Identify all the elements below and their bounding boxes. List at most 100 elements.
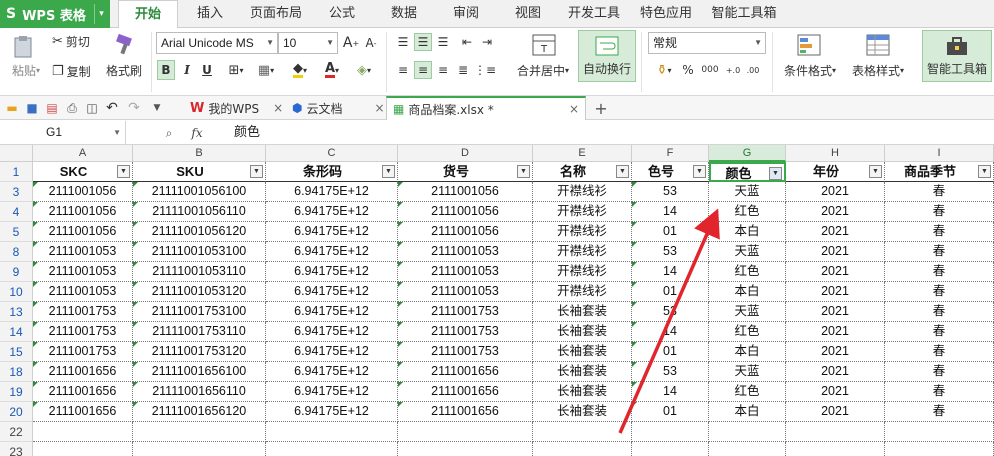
- table-cell[interactable]: 2021: [786, 322, 885, 342]
- table-cell[interactable]: 6.94175E+12: [266, 202, 398, 222]
- function-button[interactable]: fx: [186, 124, 208, 142]
- table-cell[interactable]: 2021: [786, 282, 885, 302]
- filter-active-icon[interactable]: ▼: [769, 167, 782, 180]
- table-cell[interactable]: 红色: [709, 322, 786, 342]
- table-cell[interactable]: 21111001053120: [133, 282, 266, 302]
- row-header[interactable]: 13: [0, 302, 33, 322]
- table-cell[interactable]: 2111001053: [33, 262, 133, 282]
- decrease-decimal-icon[interactable]: .00: [744, 61, 762, 79]
- table-cell[interactable]: 14: [632, 382, 709, 402]
- open-folder-icon[interactable]: ▬: [4, 99, 20, 117]
- table-cell[interactable]: 01: [632, 342, 709, 362]
- table-cell[interactable]: 2021: [786, 382, 885, 402]
- fill-color-button[interactable]: ◆ ▾: [286, 60, 314, 80]
- table-cell[interactable]: [133, 442, 266, 456]
- currency-button[interactable]: ⚱ ▾: [650, 61, 678, 79]
- print-preview-icon[interactable]: ◫: [84, 99, 100, 117]
- tab-smart-toolbox[interactable]: 智能工具箱: [706, 0, 782, 28]
- table-cell[interactable]: 2111001056: [398, 182, 533, 202]
- table-cell[interactable]: 春: [885, 382, 994, 402]
- table-cell[interactable]: [709, 422, 786, 442]
- save-icon[interactable]: ■: [24, 99, 40, 117]
- justify-icon[interactable]: ≣: [454, 61, 472, 79]
- table-cell[interactable]: 2111001056: [398, 222, 533, 242]
- table-cell[interactable]: 2111001056: [33, 182, 133, 202]
- column-header-c[interactable]: C: [266, 145, 398, 162]
- table-cell[interactable]: 本白: [709, 342, 786, 362]
- column-title-cell[interactable]: SKU ▼: [133, 162, 266, 182]
- table-cell[interactable]: [533, 442, 632, 456]
- zoom-icon[interactable]: ⌕: [160, 124, 178, 142]
- table-cell[interactable]: 6.94175E+12: [266, 342, 398, 362]
- table-cell[interactable]: 开襟线衫: [533, 202, 632, 222]
- table-cell[interactable]: [885, 422, 994, 442]
- quick-access-menu-icon[interactable]: ▼: [150, 99, 164, 117]
- underline-button[interactable]: U: [198, 60, 216, 80]
- table-cell[interactable]: 天蓝: [709, 242, 786, 262]
- table-cell[interactable]: [885, 442, 994, 456]
- table-cell[interactable]: 开襟线衫: [533, 182, 632, 202]
- doc-tab-cloud[interactable]: ⬢ 云文档 ×: [286, 96, 391, 120]
- column-title-cell[interactable]: 颜色 ▼: [709, 162, 786, 182]
- table-cell[interactable]: 2111001753: [33, 342, 133, 362]
- filter-dropdown-icon[interactable]: ▼: [382, 165, 395, 178]
- table-cell[interactable]: 21111001056100: [133, 182, 266, 202]
- table-cell[interactable]: 长袖套装: [533, 342, 632, 362]
- table-cell[interactable]: 春: [885, 282, 994, 302]
- table-cell[interactable]: 红色: [709, 382, 786, 402]
- tab-features[interactable]: 特色应用: [634, 0, 698, 28]
- table-cell[interactable]: 2111001056: [398, 202, 533, 222]
- table-cell[interactable]: 2021: [786, 402, 885, 422]
- increase-font-icon[interactable]: A +: [342, 33, 360, 53]
- undo-icon[interactable]: ↶: [104, 99, 120, 117]
- indent-decrease-icon[interactable]: ⇤: [458, 33, 476, 51]
- comma-style-button[interactable]: 000: [698, 61, 722, 79]
- formula-input[interactable]: 颜色: [234, 121, 260, 144]
- table-cell[interactable]: 2021: [786, 262, 885, 282]
- table-cell[interactable]: [786, 442, 885, 456]
- column-title-cell[interactable]: 年份 ▼: [786, 162, 885, 182]
- column-header-d[interactable]: D: [398, 145, 533, 162]
- table-cell[interactable]: 2111001753: [398, 302, 533, 322]
- table-cell[interactable]: 53: [632, 242, 709, 262]
- column-title-cell[interactable]: 名称 ▼: [533, 162, 632, 182]
- table-cell[interactable]: 天蓝: [709, 362, 786, 382]
- table-cell[interactable]: [266, 422, 398, 442]
- table-cell[interactable]: 春: [885, 242, 994, 262]
- table-cell[interactable]: [533, 422, 632, 442]
- clipboard-icon[interactable]: [6, 32, 40, 62]
- print-icon[interactable]: ⎙: [64, 99, 80, 117]
- table-cell[interactable]: 6.94175E+12: [266, 262, 398, 282]
- table-cell[interactable]: 2021: [786, 182, 885, 202]
- table-cell[interactable]: [709, 442, 786, 456]
- table-cell[interactable]: 2111001656: [33, 362, 133, 382]
- table-cell[interactable]: 6.94175E+12: [266, 182, 398, 202]
- merge-center-button[interactable]: 合并居中 ▾: [512, 62, 574, 78]
- table-cell[interactable]: 2021: [786, 342, 885, 362]
- column-title-cell[interactable]: 条形码 ▼: [266, 162, 398, 182]
- table-cell[interactable]: 14: [632, 262, 709, 282]
- close-icon[interactable]: ×: [569, 102, 579, 116]
- row-header[interactable]: 18: [0, 362, 33, 382]
- align-bottom-icon[interactable]: ☰: [434, 33, 452, 51]
- table-cell[interactable]: 红色: [709, 202, 786, 222]
- table-cell[interactable]: 2111001656: [33, 402, 133, 422]
- row-header[interactable]: 14: [0, 322, 33, 342]
- table-cell[interactable]: 春: [885, 322, 994, 342]
- table-cell[interactable]: [133, 422, 266, 442]
- number-format-select[interactable]: 常规 ▼: [648, 32, 766, 54]
- column-header-g[interactable]: G: [709, 145, 786, 162]
- table-cell[interactable]: 21111001053110: [133, 262, 266, 282]
- filter-dropdown-icon[interactable]: ▼: [517, 165, 530, 178]
- spreadsheet-grid[interactable]: A B C D E F G H I 1 SKC ▼ SKU ▼ 条形码 ▼ 货号 ▼ 名称 ▼ 色号 ▼ 颜色 ▼ 年份 ▼ 商品季…: [0, 145, 994, 456]
- table-cell[interactable]: 2021: [786, 302, 885, 322]
- table-cell[interactable]: 6.94175E+12: [266, 322, 398, 342]
- table-cell[interactable]: [33, 422, 133, 442]
- filter-dropdown-icon[interactable]: ▼: [978, 165, 991, 178]
- indent-increase-icon[interactable]: ⇥: [478, 33, 496, 51]
- tab-insert[interactable]: 插入: [186, 0, 234, 28]
- column-title-cell[interactable]: 商品季节 ▼: [885, 162, 994, 182]
- table-cell[interactable]: 2111001656: [398, 382, 533, 402]
- table-cell[interactable]: 2021: [786, 242, 885, 262]
- close-icon[interactable]: ×: [273, 101, 283, 115]
